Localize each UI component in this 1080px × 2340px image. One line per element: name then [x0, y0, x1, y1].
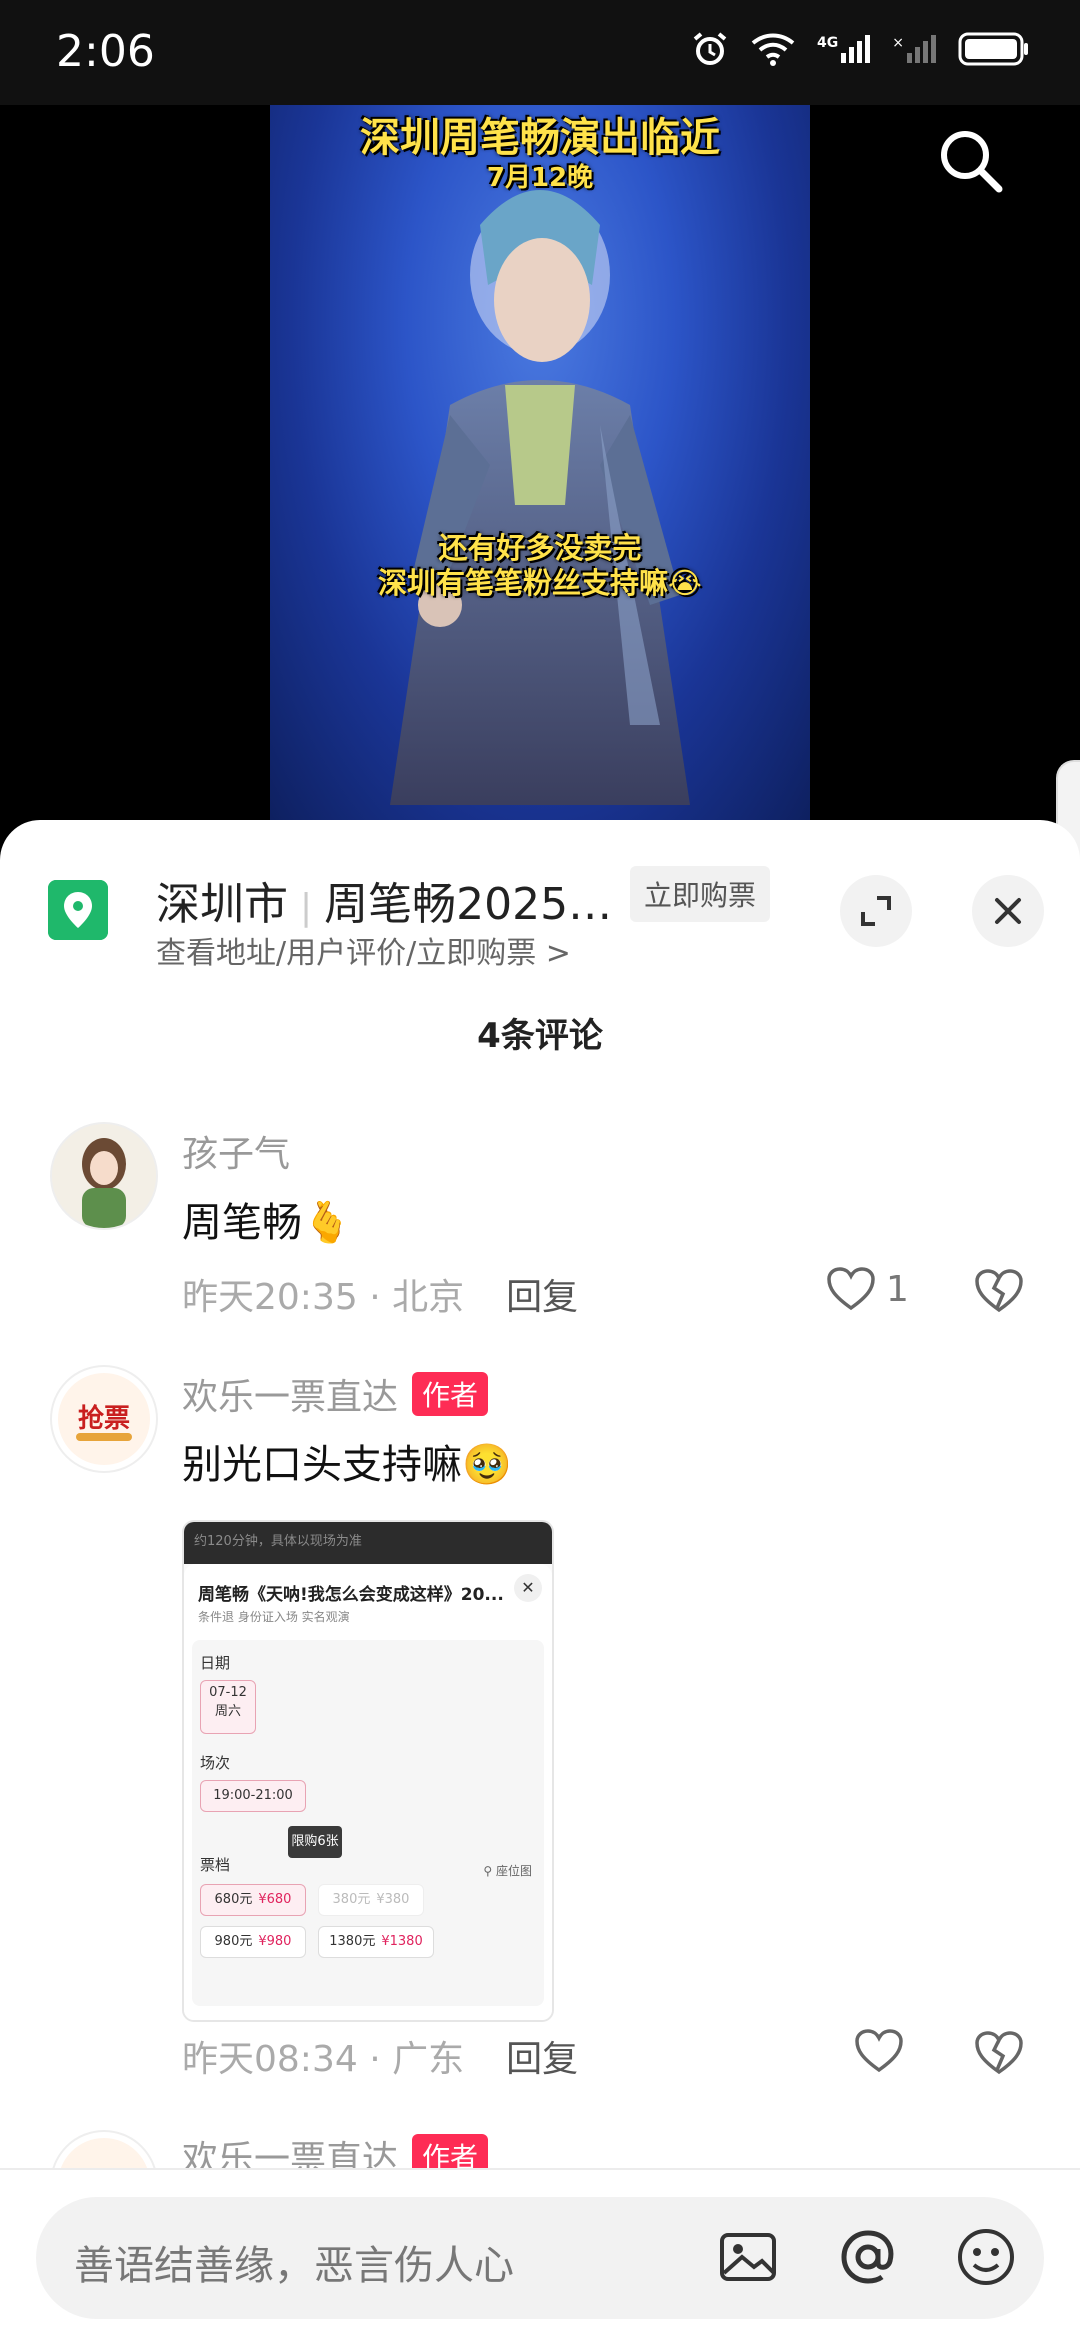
performer-image — [390, 190, 690, 805]
location-pin-icon — [48, 880, 108, 940]
tier-name: 380元 — [332, 1892, 371, 1907]
ticket-close-icon: ✕ — [514, 1574, 542, 1602]
heart-icon — [827, 1267, 875, 1311]
tier-name: 980元 — [214, 1934, 253, 1949]
ticket-card: 周笔畅《天呐!我怎么会变成这样》20... ✕ 条件退 身份证入场 实名观演 日… — [184, 1564, 552, 2020]
image-top-text: 约120分钟，具体以现场为准 — [194, 1534, 362, 1549]
video-player[interactable]: 深圳周笔畅演出临近 7月12晚 还有好多没卖完 深圳有笔笔粉丝支持嘛😭 — [0, 105, 1080, 820]
battery-icon — [958, 32, 1028, 66]
comment-location: 广东 — [392, 2039, 465, 2080]
wifi-icon — [751, 33, 795, 66]
tier-price: ¥680 — [258, 1892, 292, 1907]
heart-icon — [855, 2029, 903, 2073]
network-label: 4G — [817, 35, 839, 51]
ticket-title: 周笔畅《天呐!我怎么会变成这样》20... — [198, 1585, 504, 1605]
seat-map-label: 座位图 — [495, 1864, 532, 1878]
expand-icon — [861, 896, 891, 926]
signal-4g-icon: 4G — [817, 35, 871, 63]
video-caption-date: 7月12晚 — [486, 163, 594, 193]
image-top-strip: 约120分钟，具体以现场为准 — [184, 1522, 552, 1564]
date-label: 日期 — [200, 1654, 231, 1672]
author-badge: 作者 — [412, 1372, 489, 1416]
seat-map-link: ⚲ 座位图 — [483, 1864, 532, 1878]
broken-heart-icon[interactable] — [974, 2030, 1024, 2076]
status-time: 2:06 — [56, 26, 155, 77]
close-icon — [995, 898, 1021, 924]
like-count: 1 — [886, 1268, 909, 1310]
expand-button[interactable] — [840, 875, 912, 947]
svg-text:抢票: 抢票 — [78, 1403, 130, 1433]
like-button[interactable]: 1 — [826, 1266, 909, 1312]
comment-time: 昨天20:35 — [182, 1277, 358, 1318]
reply-button[interactable]: 回复 — [506, 2039, 578, 2080]
comment-text: 别光口头支持嘛🥹 — [182, 1442, 512, 1488]
comment-location: 北京 — [392, 1277, 465, 1318]
tier-name: 680元 — [214, 1892, 253, 1907]
video-caption-title: 深圳周笔畅演出临近 — [360, 115, 720, 161]
emoji-icon[interactable] — [954, 2225, 1018, 2289]
alarm-icon — [693, 32, 727, 65]
search-icon[interactable] — [935, 125, 1005, 195]
status-icons: 4G × — [691, 30, 1030, 68]
tier-label: 票档 — [200, 1856, 231, 1874]
tier-chip: 980元 ¥980 — [200, 1926, 306, 1958]
comment-username[interactable]: 欢乐一票直达 作者 — [182, 1368, 489, 1420]
tier-price: ¥1380 — [381, 1934, 423, 1949]
like-button[interactable] — [854, 2028, 914, 2074]
buy-ticket-tag[interactable]: 立即购票 — [630, 866, 771, 922]
comment-username-text[interactable]: 欢乐一票直达 — [182, 1377, 398, 1418]
comment-username[interactable]: 孩子气 — [182, 1125, 290, 1177]
title-divider: | — [300, 887, 313, 928]
video-frame[interactable]: 深圳周笔畅演出临近 7月12晚 还有好多没卖完 深圳有笔笔粉丝支持嘛😭 — [270, 105, 810, 820]
ticket-subtitle: 条件退 身份证入场 实名观演 — [198, 1610, 350, 1624]
comment-input[interactable]: 善语结善缘，恶言伤人心 — [36, 2197, 1044, 2319]
tier-chip: 380元 ¥380 — [318, 1884, 424, 1916]
tier-chip: 1380元 ¥1380 — [318, 1926, 434, 1958]
close-button[interactable] — [972, 875, 1044, 947]
limit-badge: 限购6张 — [288, 1826, 342, 1858]
comment-meta: 昨天20:35 · 北京 回复 — [182, 1277, 579, 1318]
location-title[interactable]: 深圳市 | 周笔畅2025… — [156, 868, 612, 932]
broken-heart-icon[interactable] — [974, 1268, 1024, 1314]
video-caption-line2: 深圳有笔笔粉丝支持嘛😭 — [378, 566, 702, 600]
avatar[interactable] — [50, 1122, 158, 1230]
signal-sim2-icon: × — [892, 35, 936, 63]
image-icon[interactable] — [716, 2225, 780, 2289]
session-label: 场次 — [200, 1754, 231, 1772]
avatar[interactable]: 抢票 — [50, 1365, 158, 1473]
comment-meta: 昨天08:34 · 广东 回复 — [182, 2039, 579, 2080]
tier-chip: 680元 ¥680 — [200, 1884, 306, 1916]
tier-price: ¥980 — [258, 1934, 292, 1949]
reply-button[interactable]: 回复 — [506, 1277, 578, 1318]
date-chip: 07-12 周六 — [200, 1680, 256, 1734]
comment-input-placeholder: 善语结善缘，恶言伤人心 — [74, 2243, 514, 2289]
date-value: 07-12 — [209, 1685, 247, 1700]
comment-text: 周笔畅🫰 — [182, 1200, 352, 1246]
date-weekday: 周六 — [214, 1704, 241, 1719]
comment-sheet: 深圳市 | 周笔畅2025… 立即购票 查看地址/用户评价/立即购票 > 4条评论 … — [0, 820, 1080, 2340]
comment-count: 4条评论 — [477, 1016, 603, 1056]
location-event[interactable]: 周笔畅2025… — [324, 879, 612, 930]
mention-icon[interactable] — [836, 2225, 900, 2289]
comment-time: 昨天08:34 — [182, 2039, 358, 2080]
status-bar: 2:06 4G × — [0, 0, 1080, 105]
comment-image[interactable]: 约120分钟，具体以现场为准 周笔畅《天呐!我怎么会变成这样》20... ✕ 条… — [182, 1520, 554, 2022]
tier-name: 1380元 — [329, 1934, 376, 1949]
location-city[interactable]: 深圳市 — [156, 879, 288, 930]
tier-price: ¥380 — [376, 1892, 410, 1907]
session-chip: 19:00-21:00 — [200, 1780, 306, 1812]
ticket-panel: 日期 07-12 周六 场次 19:00-21:00 限购6张 票档 ⚲ 座位图… — [192, 1640, 544, 2006]
location-subtitle[interactable]: 查看地址/用户评价/立即购票 > — [156, 928, 571, 972]
